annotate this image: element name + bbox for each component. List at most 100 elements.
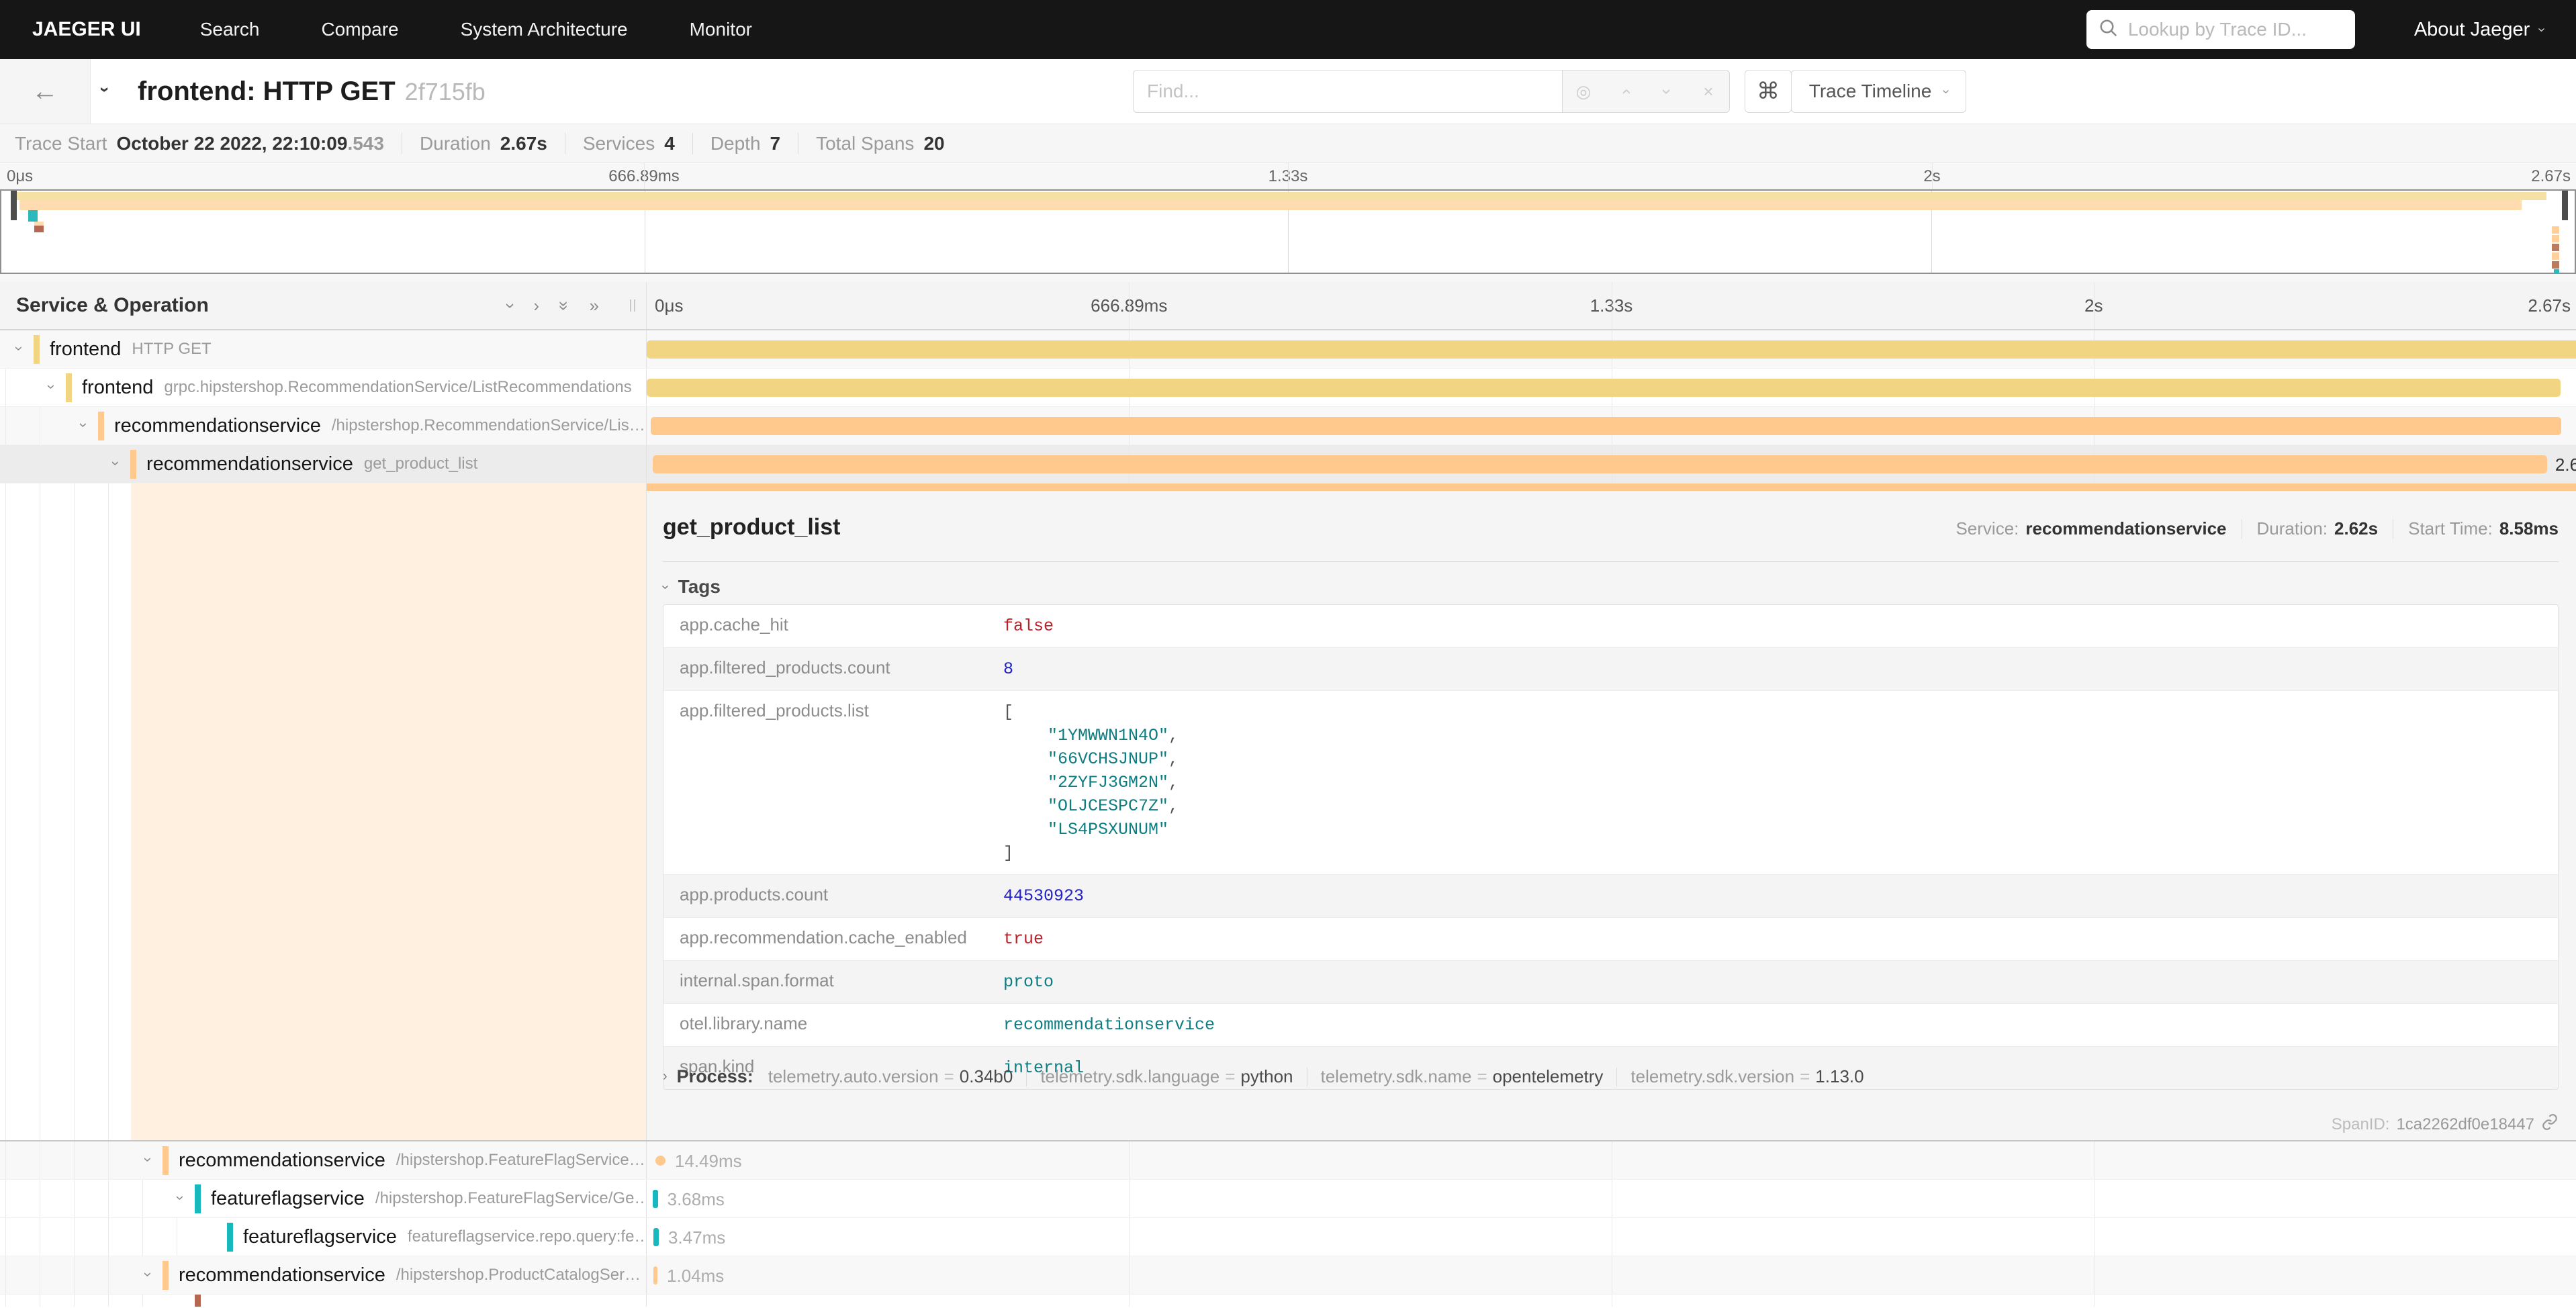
- process-row[interactable]: ›Process:telemetry.auto.version=0.34b0te…: [663, 1066, 1864, 1087]
- time-tick-label: 0μs: [655, 295, 683, 316]
- tag-value: false: [993, 605, 1054, 647]
- span-duration-label: 2.62s: [2555, 455, 2576, 475]
- nav-link-compare[interactable]: Compare: [321, 19, 398, 40]
- span-bar[interactable]: [647, 340, 2576, 359]
- span-name-column: [0, 1295, 646, 1307]
- span-bar[interactable]: [653, 1228, 659, 1246]
- trace-lookup-input[interactable]: [2128, 19, 2343, 40]
- process-label: Process:: [677, 1066, 753, 1087]
- time-gridline: [644, 163, 645, 189]
- trace-collapse-chevron[interactable]: ›: [95, 87, 116, 93]
- span-row-labels: recommendationservice/hipstershop.Featur…: [179, 1141, 645, 1179]
- time-gridline: [2094, 1295, 2095, 1307]
- span-expand-chevron[interactable]: ›: [75, 422, 93, 427]
- span-bar-column: [646, 1295, 2576, 1307]
- collapse-one-icon[interactable]: ›: [500, 303, 521, 309]
- tag-row[interactable]: app.products.count44530923: [663, 875, 2558, 918]
- column-resize-handle[interactable]: [630, 299, 635, 312]
- span-duration-label: 1.04ms: [667, 1266, 724, 1287]
- focus-match-icon[interactable]: ◎: [1563, 71, 1604, 112]
- span-row[interactable]: ›featureflagservice/hipstershop.FeatureF…: [0, 1180, 2576, 1218]
- service-label: Service:: [1956, 518, 2019, 539]
- span-bar[interactable]: [651, 417, 2561, 435]
- trace-title: frontend: HTTP GET2f715fb: [138, 77, 486, 107]
- about-jaeger-menu[interactable]: About Jaeger ›: [2414, 19, 2544, 41]
- span-row[interactable]: › recommendationservice/hipstershop.Featu…: [0, 1141, 2576, 1180]
- back-button[interactable]: ←: [0, 59, 91, 124]
- span-row[interactable]: ›recommendationserviceget_product_list2.…: [0, 445, 2576, 483]
- nav-links: Search Compare System Architecture Monitor: [200, 19, 814, 40]
- trace-lookup-box[interactable]: [2086, 10, 2355, 49]
- list-item: "LS4PSXUNUM": [1003, 818, 1179, 841]
- span-expand-chevron[interactable]: ›: [43, 384, 60, 389]
- meta-value-fraction: .543: [347, 133, 384, 154]
- find-input[interactable]: [1133, 70, 1563, 113]
- span-row[interactable]: featureflagservicefeatureflagservice.rep…: [0, 1218, 2576, 1256]
- minimap-left-handle[interactable]: [11, 191, 17, 220]
- tags-table: app.cache_hitfalseapp.filtered_products.…: [663, 604, 2559, 1090]
- span-row[interactable]: ›recommendationservice/hipstershop.Produ…: [0, 1256, 2576, 1295]
- span-expand-chevron[interactable]: ›: [172, 1195, 189, 1200]
- indent-guide: [5, 445, 6, 483]
- back-arrow-icon: ←: [32, 77, 58, 107]
- detail-divider: [663, 561, 2559, 562]
- link-icon[interactable]: [2541, 1113, 2559, 1135]
- span-bar[interactable]: [653, 1190, 658, 1208]
- span-expand-chevron[interactable]: ›: [11, 346, 28, 351]
- service-color-bar: [34, 335, 40, 364]
- span-bar[interactable]: [655, 1156, 665, 1166]
- process-separator: [1026, 1068, 1027, 1086]
- span-bar[interactable]: [647, 379, 2561, 397]
- time-tick-label: 0μs: [7, 167, 33, 186]
- meta-value: 4: [664, 133, 675, 154]
- trace-meta-item: Depth7: [692, 133, 798, 154]
- collapse-all-icon[interactable]: »: [554, 301, 575, 310]
- minimap-right-handle[interactable]: [2562, 191, 2568, 220]
- list-open-bracket: [: [1003, 700, 1179, 724]
- keyboard-shortcuts-button[interactable]: ⌘: [1745, 70, 1792, 113]
- span-bar[interactable]: [653, 455, 2547, 473]
- tag-key: internal.span.format: [663, 961, 993, 1003]
- span-expand-chevron[interactable]: ›: [140, 1157, 157, 1162]
- nav-link-monitor[interactable]: Monitor: [690, 19, 752, 40]
- list-close-bracket: ]: [1003, 841, 1179, 865]
- tags-section-toggle[interactable]: › Tags: [663, 576, 721, 598]
- span-expand-chevron[interactable]: ›: [107, 461, 125, 465]
- tag-row[interactable]: app.filtered_products.list["1YMWWN1N4O",…: [663, 691, 2558, 875]
- nav-link-search[interactable]: Search: [200, 19, 260, 40]
- span-row[interactable]: ›recommendationservice/hipstershop.Recom…: [0, 407, 2576, 445]
- span-name-column: ›recommendationservice/hipstershop.Recom…: [0, 407, 646, 445]
- span-rows-top: ›frontendHTTP GET›frontendgrpc.hipstersh…: [0, 330, 2576, 483]
- clear-find-icon[interactable]: ×: [1688, 71, 1729, 112]
- tag-row[interactable]: app.filtered_products.count8: [663, 648, 2558, 691]
- operation-name: /hipstershop.RecommendationService/Lis…: [332, 416, 645, 435]
- list-item-string: "66VCHSJNUP": [1048, 749, 1168, 769]
- expand-one-icon[interactable]: ›: [533, 295, 539, 316]
- trace-view-selector[interactable]: Trace Timeline ›: [1791, 70, 1966, 113]
- tag-row[interactable]: app.cache_hitfalse: [663, 605, 2558, 648]
- next-match-icon[interactable]: ›: [1646, 71, 1688, 112]
- indent-guide: [108, 1218, 109, 1256]
- expand-all-icon[interactable]: »: [590, 295, 599, 316]
- tag-row[interactable]: otel.library.namerecommendationservice: [663, 1004, 2558, 1047]
- span-duration-label: 14.49ms: [675, 1151, 742, 1172]
- app-brand[interactable]: JAEGER UI: [32, 18, 141, 41]
- service-color-bar: [195, 1184, 201, 1213]
- span-row[interactable]: [0, 1295, 2576, 1307]
- minimap-canvas[interactable]: [0, 189, 2576, 274]
- time-gridline: [1932, 163, 1933, 189]
- service-name: featureflagservice: [243, 1226, 397, 1248]
- tag-row[interactable]: app.recommendation.cache_enabledtrue: [663, 918, 2558, 961]
- nav-link-system-architecture[interactable]: System Architecture: [461, 19, 628, 40]
- span-row[interactable]: ›frontendgrpc.hipstershop.Recommendation…: [0, 369, 2576, 407]
- service-name: frontend: [82, 377, 153, 399]
- span-row[interactable]: ›frontendHTTP GET: [0, 330, 2576, 369]
- operation-name: /hipstershop.ProductCatalogSer…: [396, 1266, 641, 1284]
- prev-match-icon[interactable]: ›: [1604, 71, 1646, 112]
- process-key: telemetry.sdk.name: [1321, 1066, 1472, 1087]
- tag-row[interactable]: internal.span.formatproto: [663, 961, 2558, 1004]
- span-bar[interactable]: [653, 1266, 657, 1284]
- span-expand-chevron[interactable]: ›: [140, 1272, 157, 1276]
- span-detail-panel: get_product_list Service: recommendation…: [646, 483, 2576, 1140]
- trace-minimap: 0μs666.89ms1.33s2s2.67s: [0, 163, 2576, 282]
